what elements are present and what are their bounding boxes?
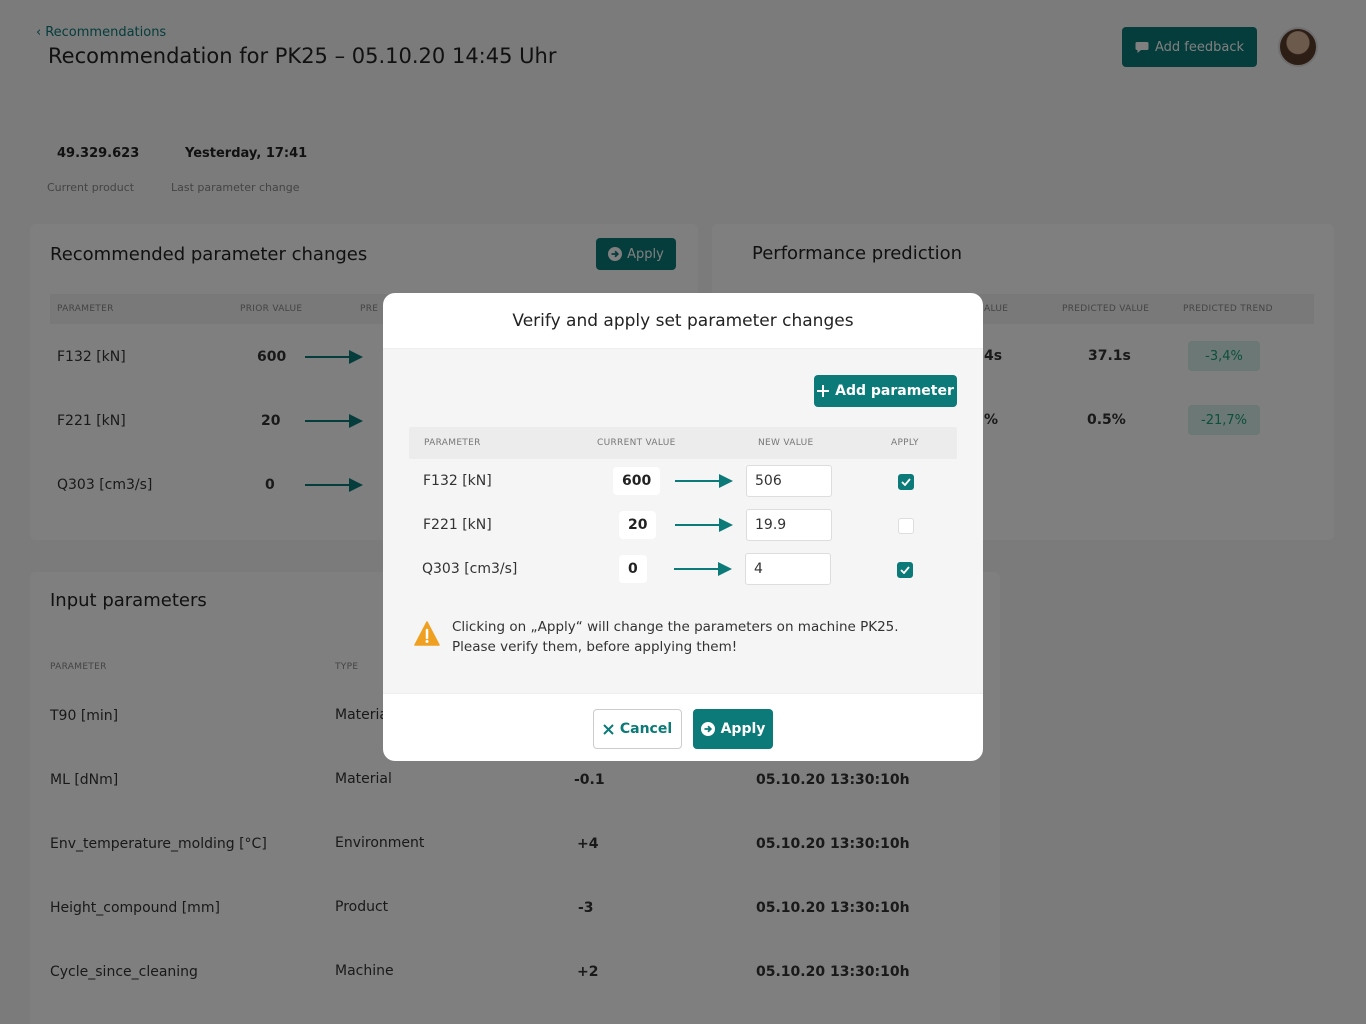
apply-button[interactable]: Apply xyxy=(693,709,773,749)
apply-checkbox[interactable] xyxy=(898,474,914,490)
warning-line: Please verify them, before applying them… xyxy=(452,639,738,655)
column-header: Current value xyxy=(597,438,676,448)
arrow-right-icon xyxy=(675,474,733,488)
modal-table-header: Parameter Current value New value Apply xyxy=(409,427,957,459)
column-header: New value xyxy=(758,438,814,448)
cancel-button[interactable]: Cancel xyxy=(593,709,682,749)
new-value-input[interactable] xyxy=(746,465,832,497)
verify-apply-modal: Verify and apply set parameter changes A… xyxy=(383,293,983,761)
close-icon xyxy=(603,723,614,735)
warning-line: Clicking on „Apply“ will change the para… xyxy=(452,619,899,635)
modal-title: Verify and apply set parameter changes xyxy=(512,311,854,331)
current-value: 600 xyxy=(613,467,661,495)
param-name: F132 [kN] xyxy=(423,473,492,489)
new-value-input[interactable] xyxy=(745,553,831,585)
table-row: F132 [kN] 600 xyxy=(409,461,957,505)
apply-checkbox[interactable] xyxy=(897,562,913,578)
warning-message: Clicking on „Apply“ will change the para… xyxy=(452,617,899,657)
warning-icon xyxy=(414,621,440,646)
param-name: F221 [kN] xyxy=(423,517,492,533)
current-value: 0 xyxy=(619,555,647,583)
arrow-right-icon xyxy=(674,562,732,576)
apply-label: Apply xyxy=(720,721,766,737)
current-value: 20 xyxy=(619,511,657,539)
column-header: Apply xyxy=(891,438,919,448)
modal-body: Add parameter Parameter Current value Ne… xyxy=(383,348,983,694)
arrow-circle-right-icon xyxy=(700,722,715,736)
arrow-right-icon xyxy=(675,518,733,532)
check-icon xyxy=(900,566,910,574)
column-header: Parameter xyxy=(424,438,481,448)
cancel-label: Cancel xyxy=(619,721,673,737)
apply-checkbox[interactable] xyxy=(898,518,914,534)
plus-icon xyxy=(817,385,830,397)
add-parameter-button[interactable]: Add parameter xyxy=(814,375,957,407)
table-row: Q303 [cm3/s] 0 xyxy=(409,549,957,593)
new-value-input[interactable] xyxy=(746,509,832,541)
check-icon xyxy=(901,478,911,486)
table-row: F221 [kN] 20 xyxy=(409,505,957,549)
add-parameter-label: Add parameter xyxy=(835,383,954,399)
param-name: Q303 [cm3/s] xyxy=(422,561,518,577)
